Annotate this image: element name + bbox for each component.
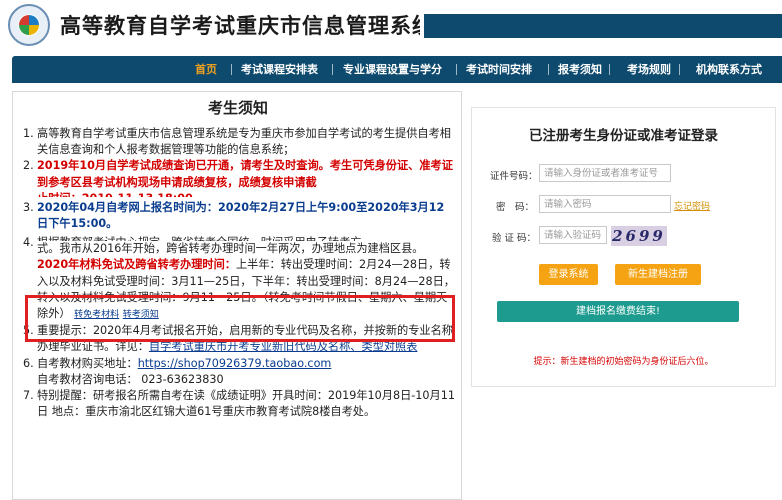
- taobao-shop-link[interactable]: https://shop70926379.taobao.com: [138, 357, 332, 370]
- login-button[interactable]: 登录系统: [539, 264, 598, 285]
- nav-separator: [679, 64, 680, 75]
- id-label: 证件号码：: [490, 171, 538, 182]
- captcha-label: 验 证 码：: [492, 233, 537, 244]
- nav-item-exam-schedule[interactable]: 考试课程安排表: [241, 56, 318, 83]
- nav-separator: [609, 64, 610, 75]
- header: 高等教育自学考试重庆市信息管理系统: [0, 0, 782, 50]
- notice-item: 7. 特别提醒：研考报名所需自考在读《成绩证明》开具时间：2019年10月8日-…: [23, 389, 455, 419]
- forgot-password-link[interactable]: 忘记密码: [674, 199, 710, 212]
- notice-item: 2. 2019年10月自学考试成绩查询已开通，请考生及时查询。考生可凭身份证、准…: [23, 159, 453, 196]
- captcha-input[interactable]: [539, 226, 607, 244]
- login-panel: 已注册考生身份证或准考证登录 证件号码： 密 码： 忘记密码 验 证 码： 26…: [471, 107, 776, 387]
- notice-item: 5. 重要提示：2020年4月考试报名开始，启用新的专业代码及名称，并按新的专业…: [23, 324, 453, 354]
- nav-item-home[interactable]: 首页: [195, 56, 217, 83]
- register-button[interactable]: 新生建档注册: [615, 264, 701, 285]
- password-tip: 提示：新生建档的初始密码为身份证后六位。: [533, 357, 714, 367]
- registration-closed-button[interactable]: 建档报名缴费结束!: [497, 301, 739, 322]
- captcha-image[interactable]: 2699: [611, 226, 667, 246]
- id-number-input[interactable]: [539, 164, 671, 182]
- nav-separator: [332, 64, 333, 75]
- password-input[interactable]: [539, 195, 671, 213]
- nav-item-contacts[interactable]: 机构联系方式: [696, 56, 762, 83]
- login-title: 已注册考生身份证或准考证登录: [529, 128, 718, 144]
- logo-icon: [8, 4, 50, 46]
- notice-panel: 考生须知 1. 高等教育自学考试重庆市信息管理系统是专为重庆市参加自学考试的考生…: [12, 91, 462, 500]
- nav-item-registration-notes[interactable]: 报考须知: [558, 56, 602, 83]
- site-title: 高等教育自学考试重庆市信息管理系统: [60, 14, 434, 38]
- nav-item-exam-time[interactable]: 考试时间安排: [466, 56, 532, 83]
- nav-separator: [231, 64, 232, 75]
- transfer-materials-link[interactable]: 转免考材料: [74, 310, 119, 320]
- password-label: 密 码：: [496, 202, 535, 213]
- main-nav: 首页 考试课程安排表 专业课程设置与学分 考试时间安排 报考须知 考场规则 机构…: [12, 56, 782, 83]
- notice-item: 1. 高等教育自学考试重庆市信息管理系统是专为重庆市参加自学考试的考生提供自考相…: [23, 127, 451, 157]
- title-bar-decoration: [420, 14, 782, 38]
- nav-separator: [548, 64, 549, 75]
- notice-item-highlighted: 3. 2020年04月自考网上报名时间为：2020年2月27日上午9:00至20…: [23, 200, 445, 231]
- major-code-table-link[interactable]: 自学考试重庆市开考专业新旧代码及名称、类型对照表: [149, 340, 418, 353]
- notice-list: 1. 高等教育自学考试重庆市信息管理系统是专为重庆市参加自学考试的考生提供自考相…: [23, 126, 455, 420]
- transfer-notes-link[interactable]: 转考须知: [123, 310, 159, 320]
- nav-item-exam-rules[interactable]: 考场规则: [627, 56, 671, 83]
- nav-separator: [456, 64, 457, 75]
- notice-item: 4. 根据教育部考试中心规定，跨省转考全国统一时间采用电子转考方 式。我市从20…: [23, 236, 455, 321]
- notice-item: 6. 自考教材购买地址：https://shop70926379.taobao.…: [23, 356, 332, 386]
- notice-title: 考生须知: [207, 99, 268, 117]
- nav-item-major-courses[interactable]: 专业课程设置与学分: [343, 56, 442, 83]
